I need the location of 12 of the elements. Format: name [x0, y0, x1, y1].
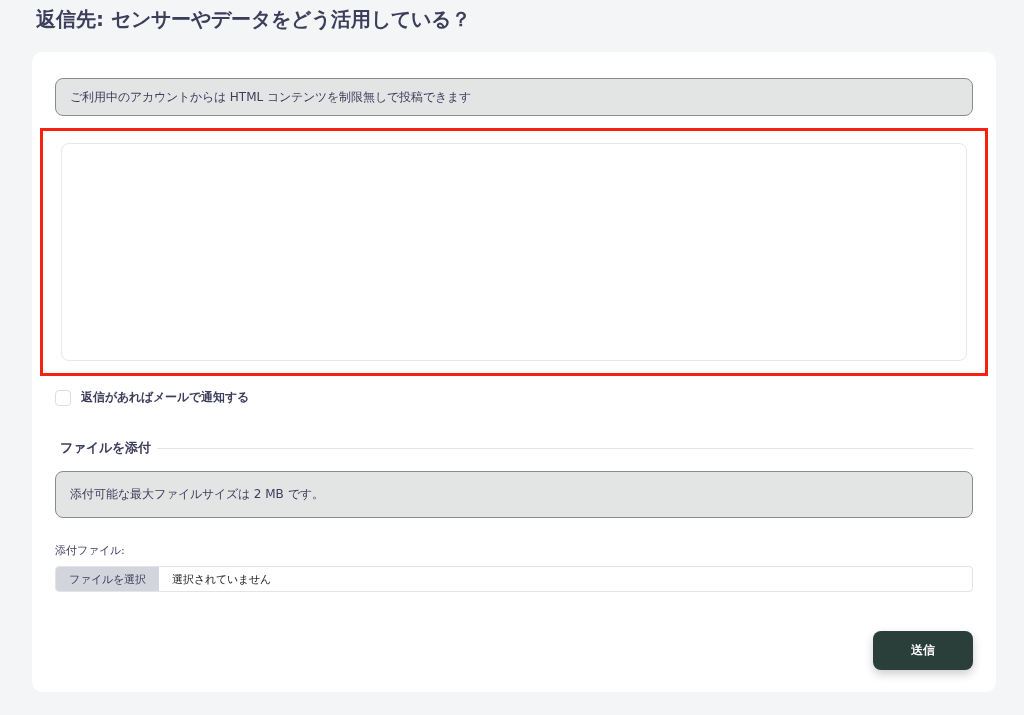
section-heading: ファイルを添付: [60, 439, 151, 457]
notice-banner: ご利用中のアカウントからは HTML コンテンツを制限無しで投稿できます: [55, 78, 973, 116]
notify-label: 返信があればメールで通知する: [81, 389, 249, 406]
file-input[interactable]: ファイルを選択 選択されていません: [55, 566, 973, 592]
submit-button[interactable]: 送信: [873, 631, 973, 670]
file-label: 添付ファイル:: [55, 543, 126, 558]
notify-checkbox[interactable]: [55, 389, 71, 406]
message-textarea[interactable]: [61, 143, 967, 361]
info-banner: 添付可能な最大ファイルサイズは 2 MB です。: [55, 471, 973, 518]
reply-title: 返信先: センサーやデータをどう活用している？: [35, 6, 472, 33]
choose-file-button[interactable]: ファイルを選択: [56, 567, 159, 591]
file-status: 選択されていません: [171, 571, 272, 588]
